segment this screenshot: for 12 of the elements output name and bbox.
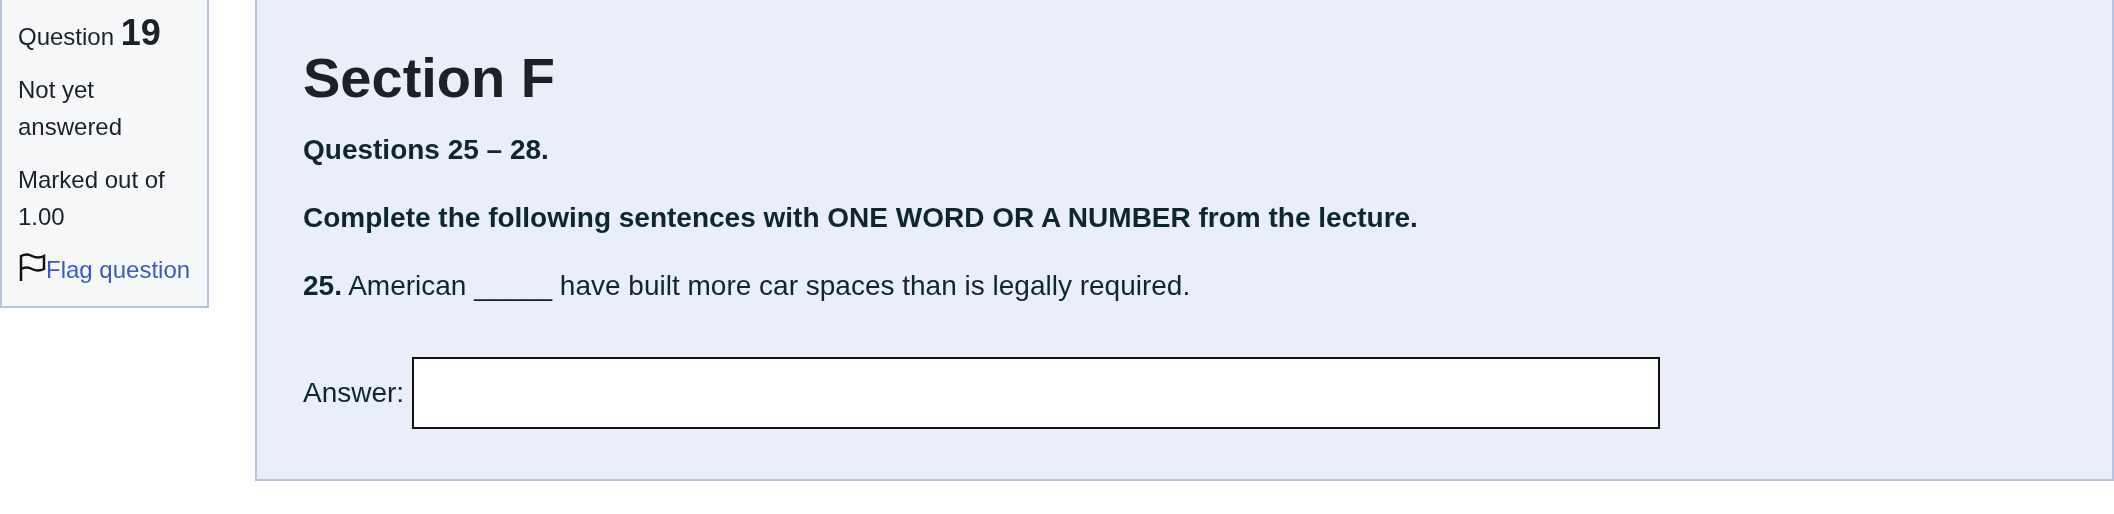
instructions-text: Complete the following sentences with ONE WORD OR A NUMBER from the lecture. xyxy=(303,201,1419,236)
questions-range: Questions 25 – 28. xyxy=(303,133,550,168)
section-heading: Section F xyxy=(303,45,557,111)
answer-field[interactable] xyxy=(412,357,1661,430)
answer-label: Answer: xyxy=(303,376,405,411)
question-grade: Marked out of 1.00 xyxy=(18,165,166,232)
flag-question-link[interactable]: Flag question xyxy=(46,256,191,283)
question-number: 19 xyxy=(120,12,161,53)
question-state: Not yet answered xyxy=(18,75,124,142)
question-label: Question xyxy=(18,23,115,50)
question-text: 25. American _____ have built more car spaces than is legally required. xyxy=(303,269,1192,304)
flag-icon xyxy=(18,252,46,282)
